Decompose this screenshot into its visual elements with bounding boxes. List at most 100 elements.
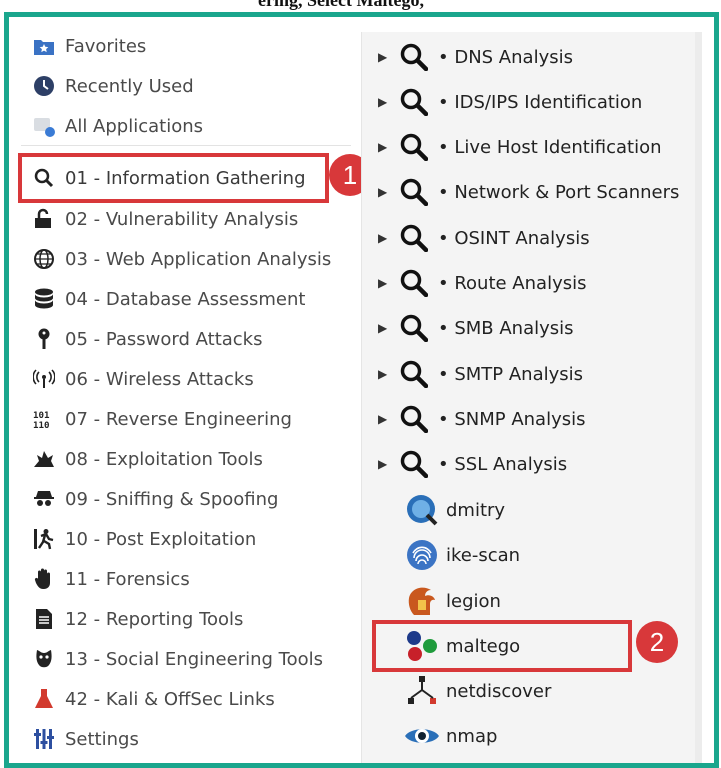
submenu-label: • OSINT Analysis xyxy=(438,227,590,249)
network-icon xyxy=(402,673,442,709)
menu-item-favorites[interactable]: Favorites xyxy=(33,29,353,63)
app-item-ike-scan[interactable]: ike-scan xyxy=(362,535,692,575)
menu-item-sniffing-spoofing[interactable]: 09 - Sniffing & Spoofing xyxy=(33,482,353,516)
search-icon xyxy=(396,404,432,434)
submenu-category-osint[interactable]: ▶ • OSINT Analysis xyxy=(362,218,692,258)
submenu-category-live-host[interactable]: ▶ • Live Host Identification xyxy=(362,127,692,167)
menu-item-reporting-tools[interactable]: 12 - Reporting Tools xyxy=(33,602,353,636)
globe-icon xyxy=(33,248,55,270)
database-icon xyxy=(33,288,55,310)
menu-item-label: 42 - Kali & OffSec Links xyxy=(65,688,275,710)
menu-item-label: 08 - Exploitation Tools xyxy=(65,448,263,470)
app-item-dmitry[interactable]: dmitry xyxy=(362,490,692,530)
submenu-label: • Network & Port Scanners xyxy=(438,181,680,203)
expand-arrow-icon: ▶ xyxy=(378,231,388,245)
submenu-label: • SNMP Analysis xyxy=(438,408,586,430)
expand-arrow-icon: ▶ xyxy=(378,412,388,426)
submenu-category-route[interactable]: ▶ • Route Analysis xyxy=(362,263,692,303)
menu-item-settings[interactable]: Settings xyxy=(33,722,353,756)
search-icon xyxy=(396,449,432,479)
menu-item-all-applications[interactable]: All Applications xyxy=(33,109,353,143)
spy-icon xyxy=(33,488,55,510)
app-label: legion xyxy=(446,590,501,612)
menu-item-vulnerability-analysis[interactable]: 02 - Vulnerability Analysis xyxy=(33,202,353,236)
explosion-icon xyxy=(33,448,55,470)
menu-item-social-engineering-tools[interactable]: 13 - Social Engineering Tools xyxy=(33,642,353,676)
menu-separator xyxy=(21,145,351,146)
search-icon xyxy=(396,42,432,72)
key-icon xyxy=(33,328,55,350)
menu-item-label: 12 - Reporting Tools xyxy=(65,608,244,630)
submenu-label: • SMTP Analysis xyxy=(438,363,584,385)
menu-item-recently-used[interactable]: Recently Used xyxy=(33,69,353,103)
submenu-category-smtp[interactable]: ▶ • SMTP Analysis xyxy=(362,354,692,394)
app-item-netdiscover[interactable]: netdiscover xyxy=(362,671,692,711)
menu-item-database-assessment[interactable]: 04 - Database Assessment xyxy=(33,282,353,316)
highlight-box-step2 xyxy=(372,620,632,672)
menu-item-password-attacks[interactable]: 05 - Password Attacks xyxy=(33,322,353,356)
menu-item-kali-offsec-links[interactable]: 42 - Kali & OffSec Links xyxy=(33,682,353,716)
menu-item-label: 10 - Post Exploitation xyxy=(65,528,257,550)
submenu-label: • SSL Analysis xyxy=(438,453,568,475)
expand-arrow-icon: ▶ xyxy=(378,457,388,471)
submenu-category-snmp[interactable]: ▶ • SNMP Analysis xyxy=(362,399,692,439)
highlight-box-step1 xyxy=(18,153,329,203)
app-item-legion[interactable]: legion xyxy=(362,581,692,621)
menu-item-label: 13 - Social Engineering Tools xyxy=(65,648,323,670)
menu-item-web-application-analysis[interactable]: 03 - Web Application Analysis xyxy=(33,242,353,276)
spartan-helmet-icon xyxy=(402,583,442,619)
menu-item-label: Recently Used xyxy=(65,75,194,97)
submenu-label: • Route Analysis xyxy=(438,272,587,294)
menu-item-wireless-attacks[interactable]: 06 - Wireless Attacks xyxy=(33,362,353,396)
menu-item-exploitation-tools[interactable]: 08 - Exploitation Tools xyxy=(33,442,353,476)
menu-item-label: Settings xyxy=(65,728,139,750)
menu-item-reverse-engineering[interactable]: 101 110 07 - Reverse Engineering xyxy=(33,402,353,436)
submenu-category-ids-ips[interactable]: ▶ • IDS/IPS Identification xyxy=(362,82,692,122)
menu-item-forensics[interactable]: 11 - Forensics xyxy=(33,562,353,596)
search-icon xyxy=(396,87,432,117)
svg-text:110: 110 xyxy=(33,420,50,430)
search-icon xyxy=(396,359,432,389)
application-menu: Favorites Recently Used All Applications… xyxy=(4,12,719,768)
vulnerability-icon xyxy=(33,208,55,230)
submenu-label: • IDS/IPS Identification xyxy=(438,91,643,113)
menu-item-label: 04 - Database Assessment xyxy=(65,288,306,310)
search-icon xyxy=(396,132,432,162)
submenu-category-ssl[interactable]: ▶ • SSL Analysis xyxy=(362,444,692,484)
running-man-icon xyxy=(33,528,55,550)
expand-arrow-icon: ▶ xyxy=(378,50,388,64)
fingerprint-icon xyxy=(402,537,442,573)
submenu-category-smb[interactable]: ▶ • SMB Analysis xyxy=(362,308,692,348)
clock-icon xyxy=(33,75,55,97)
menu-item-post-exploitation[interactable]: 10 - Post Exploitation xyxy=(33,522,353,556)
flask-icon xyxy=(33,688,55,710)
expand-arrow-icon: ▶ xyxy=(378,140,388,154)
app-item-nmap[interactable]: nmap xyxy=(362,716,692,756)
mask-icon xyxy=(33,648,55,670)
submenu-scrollbar[interactable] xyxy=(695,32,702,763)
submenu-label: • Live Host Identification xyxy=(438,136,662,158)
expand-arrow-icon: ▶ xyxy=(378,185,388,199)
search-icon xyxy=(396,313,432,343)
app-label: nmap xyxy=(446,725,498,747)
caption-fragment: ering, Select Maltego, xyxy=(258,0,424,10)
expand-arrow-icon: ▶ xyxy=(378,321,388,335)
submenu-label: • SMB Analysis xyxy=(438,317,574,339)
submenu-category-network-port-scanners[interactable]: ▶ • Network & Port Scanners xyxy=(362,172,692,212)
search-icon xyxy=(396,223,432,253)
menu-item-label: 06 - Wireless Attacks xyxy=(65,368,254,390)
menu-item-label: 07 - Reverse Engineering xyxy=(65,408,292,430)
expand-arrow-icon: ▶ xyxy=(378,276,388,290)
menu-item-label: All Applications xyxy=(65,115,203,137)
dmitry-icon xyxy=(402,492,442,528)
applications-icon xyxy=(33,115,55,137)
search-icon xyxy=(396,177,432,207)
hand-icon xyxy=(33,568,55,590)
menu-item-label: 02 - Vulnerability Analysis xyxy=(65,208,299,230)
submenu-category-dns-analysis[interactable]: ▶ • DNS Analysis xyxy=(362,37,692,77)
submenu-label: • DNS Analysis xyxy=(438,46,573,68)
eye-icon xyxy=(402,718,442,754)
favorites-folder-icon xyxy=(33,35,55,57)
document-icon xyxy=(33,608,55,630)
submenu-panel: ▶ • DNS Analysis ▶ • IDS/IPS Identificat… xyxy=(361,32,702,763)
